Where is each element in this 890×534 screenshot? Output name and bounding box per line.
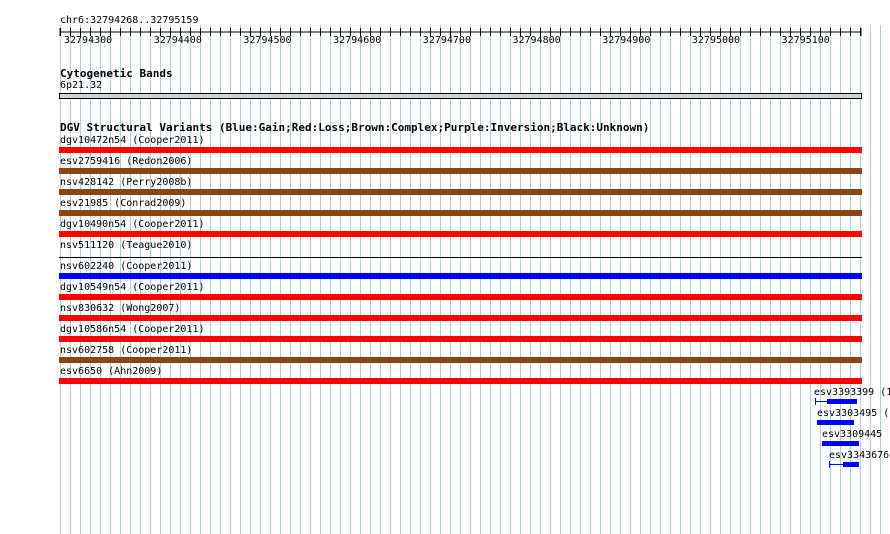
edge-feature-line	[815, 401, 827, 402]
variant-bar-esv21985[interactable]	[59, 210, 862, 216]
ruler-tick-label: 32794300	[64, 35, 113, 46]
variant-label: dgv10549n54 (Cooper2011)	[60, 282, 205, 293]
variant-label: esv2759416 (Redon2006)	[60, 156, 193, 167]
variant-bar-nsv602240[interactable]	[59, 273, 862, 279]
variant-bar-nsv602758[interactable]	[59, 357, 862, 363]
edge-feature-label: esv3303495 (	[817, 408, 890, 419]
variant-bar-esv2759416[interactable]	[59, 168, 862, 174]
variant-bar-nsv830632[interactable]	[59, 315, 862, 321]
variant-label: nsv602758 (Cooper2011)	[60, 345, 193, 356]
variant-label: dgv10472n54 (Cooper2011)	[60, 135, 205, 146]
genome-browser-panel: chr6:32794268..32795159 32794300 32794400…	[0, 0, 890, 534]
ruler-tick-label: 32794400	[153, 35, 202, 46]
cytoband-label: 6p21.32	[60, 80, 103, 91]
edge-feature-esv3393399[interactable]	[827, 399, 857, 404]
cytoband-6p21-32[interactable]	[59, 93, 862, 99]
variant-label: esv21985 (Conrad2009)	[60, 198, 187, 209]
ruler-tick-label: 32794800	[512, 35, 561, 46]
edge-feature-esv3343676[interactable]	[843, 462, 859, 467]
ruler-tick-label: 32795100	[781, 35, 830, 46]
edge-feature-line	[829, 464, 843, 465]
variant-label: nsv511120 (Teague2010)	[60, 240, 193, 251]
variant-bar-nsv428142[interactable]	[59, 189, 862, 195]
ruler-tick-label: 32795000	[691, 35, 741, 46]
variant-label: nsv602240 (Cooper2011)	[60, 261, 193, 272]
ruler-tick-label: 32794500	[243, 35, 292, 46]
edge-feature-label: esv3343676	[829, 450, 890, 461]
cytoband-track-title[interactable]: Cytogenetic Bands	[60, 68, 173, 80]
variant-label: nsv428142 (Perry2008b)	[60, 177, 193, 188]
ruler	[59, 28, 862, 36]
variant-bar-dgv10549n54[interactable]	[59, 294, 862, 300]
variant-bar-nsv511120[interactable]	[59, 257, 862, 258]
variant-bar-dgv10472n54[interactable]	[59, 147, 862, 153]
variant-bar-dgv10586n54[interactable]	[59, 336, 862, 342]
variant-bar-dgv10490n54[interactable]	[59, 231, 862, 237]
ruler-tick-label: 32794900	[602, 35, 651, 46]
variant-bar-esv6650[interactable]	[59, 378, 862, 384]
variant-label: nsv830632 (Wong2007)	[60, 303, 181, 314]
variant-label: dgv10490n54 (Cooper2011)	[60, 219, 205, 230]
variant-label: esv6650 (Ahn2009)	[60, 366, 163, 377]
ruler-tick-label: 32794600	[333, 35, 382, 46]
variant-label: dgv10586n54 (Cooper2011)	[60, 324, 205, 335]
dgv-track-title[interactable]: DGV Structural Variants (Blue:Gain;Red:L…	[60, 122, 649, 134]
ruler-tick-label: 32794700	[422, 35, 471, 46]
edge-feature-esv3309445[interactable]	[822, 441, 859, 446]
edge-feature-esv3303495[interactable]	[817, 420, 854, 425]
edge-feature-label: esv3309445 (	[822, 429, 890, 440]
edge-feature-label: esv3393399 (1	[814, 387, 890, 398]
